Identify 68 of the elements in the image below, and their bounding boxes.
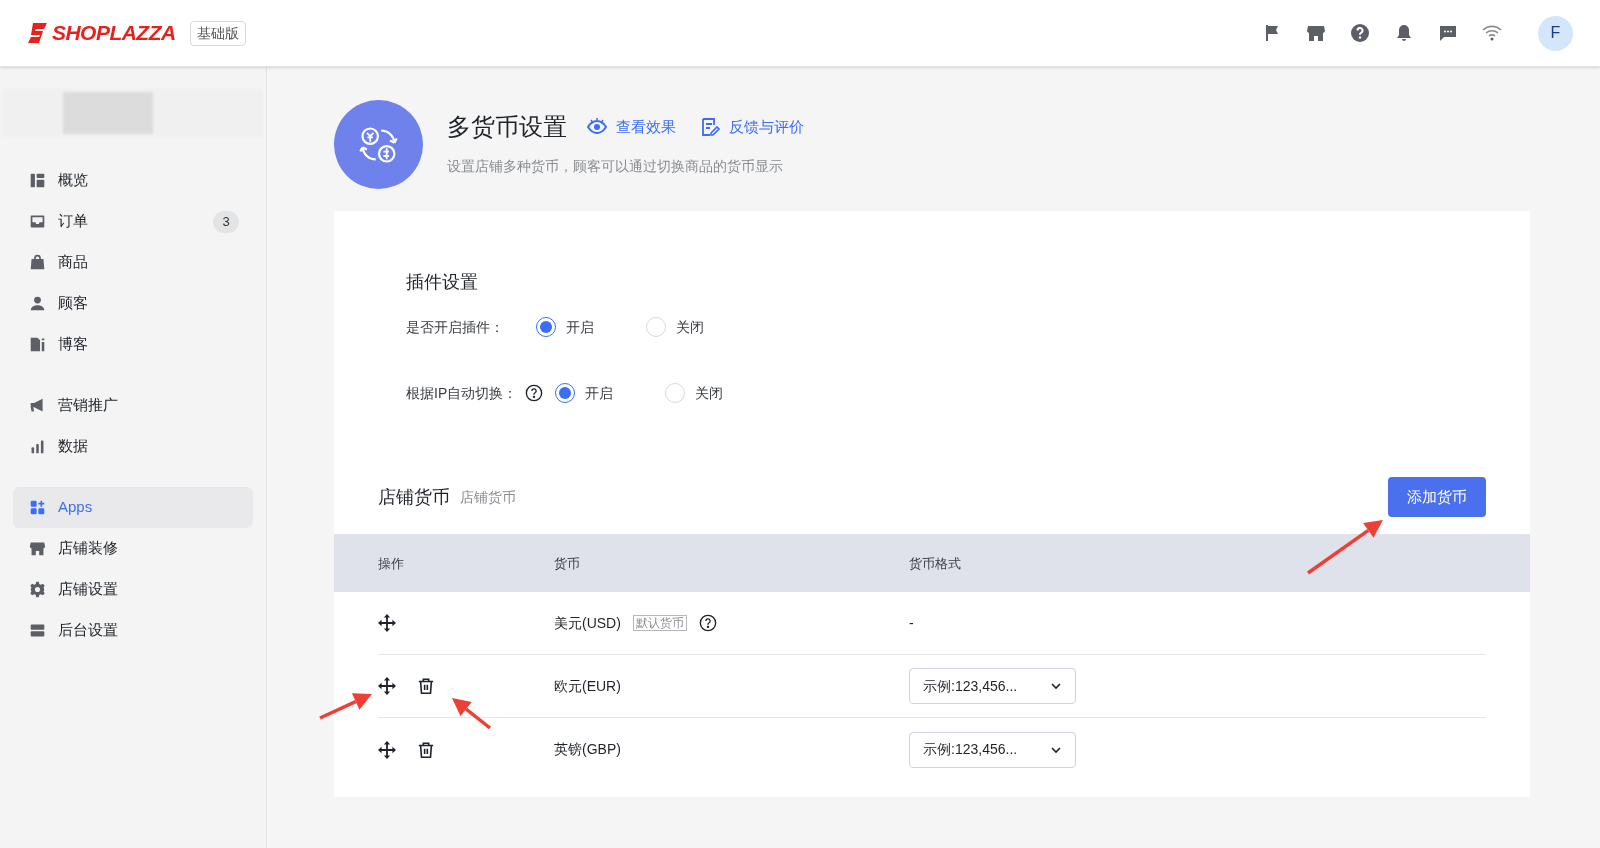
sidebar-item[interactable]: 后台设置 bbox=[13, 610, 253, 651]
radio-button[interactable] bbox=[555, 383, 576, 403]
header-link[interactable]: 反馈与评价 bbox=[700, 115, 804, 139]
blog-icon bbox=[29, 336, 46, 353]
add-currency-button[interactable]: 添加货币 bbox=[1388, 477, 1486, 517]
apps-icon bbox=[29, 499, 46, 516]
sidebar-item[interactable]: 营销推广 bbox=[13, 385, 253, 426]
shopping-bag-icon bbox=[29, 254, 46, 271]
eye-icon bbox=[587, 117, 607, 137]
section-title: 店铺货币 bbox=[378, 485, 450, 509]
bell-icon[interactable] bbox=[1394, 23, 1414, 43]
drag-handle-icon[interactable] bbox=[378, 677, 396, 695]
chevron-down-icon bbox=[1050, 680, 1062, 692]
edit-document-icon bbox=[700, 117, 720, 137]
column-header: 操作 bbox=[378, 556, 404, 571]
setting-label: 根据IP自动切换： bbox=[406, 383, 518, 403]
megaphone-icon bbox=[29, 397, 46, 414]
currency-name: 英镑(GBP) bbox=[554, 740, 621, 759]
sidebar-item[interactable]: 订单 3 bbox=[13, 201, 253, 242]
sidebar-item[interactable]: 顾客 bbox=[13, 283, 253, 324]
sidebar-item[interactable]: 博客 bbox=[13, 324, 253, 365]
page-title: 多货币设置 bbox=[447, 112, 567, 142]
currency-name: 欧元(EUR) bbox=[554, 676, 621, 696]
chat-bubble-icon[interactable] bbox=[1438, 23, 1458, 43]
drag-handle-icon[interactable] bbox=[378, 614, 396, 632]
annotation-arrow bbox=[452, 698, 492, 730]
inbox-icon bbox=[29, 213, 46, 230]
storefront-icon[interactable] bbox=[1306, 23, 1326, 43]
page-description: 设置店铺多种货币，顾客可以通过切换商品的货币显示 bbox=[447, 157, 784, 176]
logo-text: SHOPLAZZA bbox=[52, 20, 176, 47]
setting-label: 是否开启插件： bbox=[406, 317, 504, 337]
gear-icon bbox=[29, 581, 46, 598]
radio-option[interactable]: 开启 bbox=[555, 382, 614, 404]
drag-handle-icon[interactable] bbox=[378, 740, 396, 759]
sidebar-item[interactable]: Apps bbox=[13, 487, 253, 528]
storefront-icon bbox=[29, 540, 46, 557]
avatar[interactable]: F bbox=[1538, 15, 1573, 51]
plan-badge: 基础版 bbox=[189, 20, 246, 46]
radio-button[interactable] bbox=[536, 317, 556, 337]
default-currency-tag: 默认货币 bbox=[632, 615, 687, 631]
format-dropdown[interactable]: 示例:123,456... bbox=[909, 668, 1076, 704]
radio-option[interactable]: 关闭 bbox=[665, 382, 724, 404]
annotation-arrow bbox=[319, 693, 372, 720]
sidebar-item[interactable]: 数据 bbox=[13, 426, 253, 467]
sidebar-item[interactable]: 店铺装修 bbox=[13, 528, 253, 569]
delete-icon[interactable] bbox=[417, 677, 435, 695]
sidebar-item[interactable]: 店铺设置 bbox=[13, 569, 253, 610]
server-icon bbox=[29, 622, 46, 639]
help-icon[interactable] bbox=[1350, 23, 1370, 43]
format-value: - bbox=[909, 615, 914, 631]
logo-icon bbox=[27, 22, 49, 44]
overview-icon bbox=[29, 172, 46, 189]
bar-chart-icon bbox=[29, 438, 46, 455]
column-header: 货币格式 bbox=[909, 556, 961, 571]
header-link[interactable]: 查看效果 bbox=[587, 115, 676, 139]
format-dropdown[interactable]: 示例:123,456... bbox=[909, 731, 1076, 768]
radio-option[interactable]: 关闭 bbox=[646, 316, 704, 338]
count-badge: 3 bbox=[213, 210, 239, 233]
currency-name: 美元(USD) bbox=[554, 613, 621, 633]
sidebar-item[interactable]: 商品 bbox=[13, 242, 253, 283]
radio-option[interactable]: 开启 bbox=[536, 316, 594, 338]
wifi-icon[interactable] bbox=[1482, 23, 1502, 43]
column-header: 货币 bbox=[554, 556, 580, 571]
sidebar-item[interactable]: 概览 bbox=[13, 160, 253, 201]
delete-icon[interactable] bbox=[417, 740, 435, 759]
person-icon bbox=[29, 295, 46, 312]
section-subtitle: 店铺货币 bbox=[460, 487, 516, 507]
section-title: 插件设置 bbox=[406, 271, 479, 294]
